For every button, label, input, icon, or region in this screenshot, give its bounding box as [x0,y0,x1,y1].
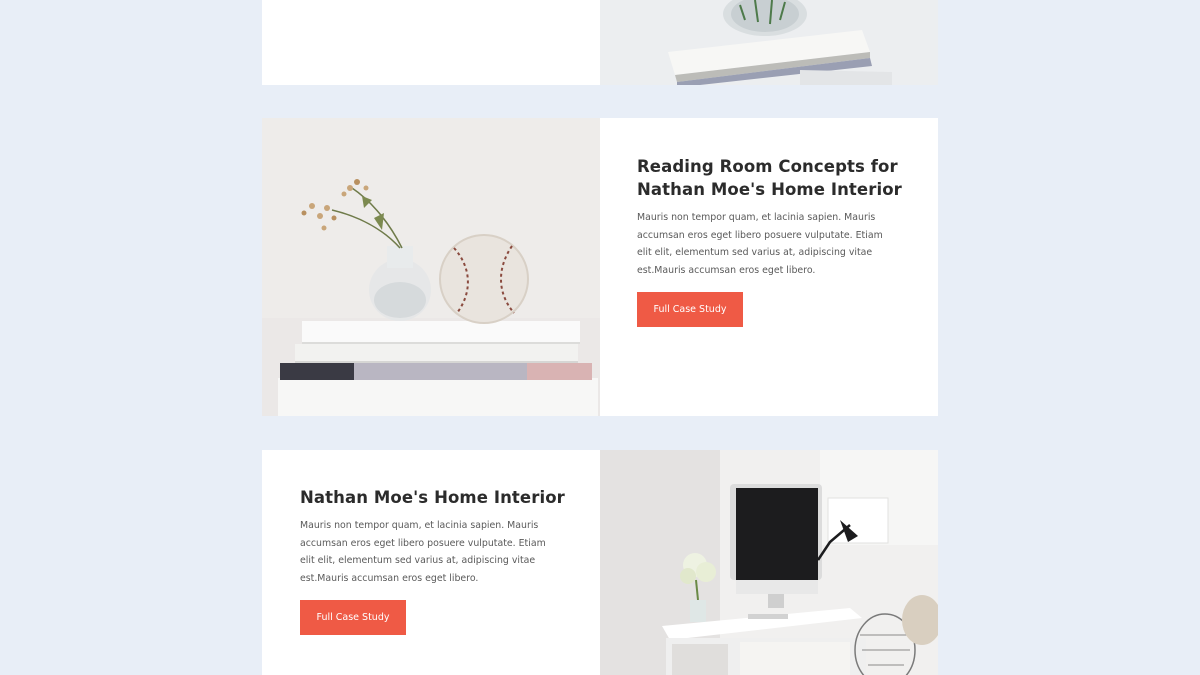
card-title: Nathan Moe's Home Interior [300,486,565,509]
card-description: Mauris non tempor quam, et lacinia sapie… [637,212,883,276]
card-title: Reading Room Concepts for Nathan Moe's H… [637,155,902,201]
case-study-card-2: Nathan Moe's Home Interior Mauris non te… [262,450,938,675]
card-title-line: Nathan Moe's Home Interior [637,180,902,199]
card-photo [600,0,938,85]
full-case-study-button[interactable]: Full Case Study [300,600,406,635]
card-text-panel: Reading Room Concepts for Nathan Moe's H… [600,118,938,416]
case-study-card-1: Reading Room Concepts for Nathan Moe's H… [262,118,938,416]
card-title-line: Reading Room Concepts for [637,157,898,176]
case-study-card-top [262,0,938,85]
card-text-panel [262,0,600,85]
card-description: Mauris non tempor quam, et lacinia sapie… [300,520,546,584]
card-title-line: Nathan Moe's Home Interior [300,488,565,507]
desk-with-computer-photo [600,450,938,675]
full-case-study-button[interactable]: Full Case Study [637,292,743,327]
vase-and-baseball-on-books-photo [262,118,600,416]
card-text-panel: Nathan Moe's Home Interior Mauris non te… [262,450,600,675]
